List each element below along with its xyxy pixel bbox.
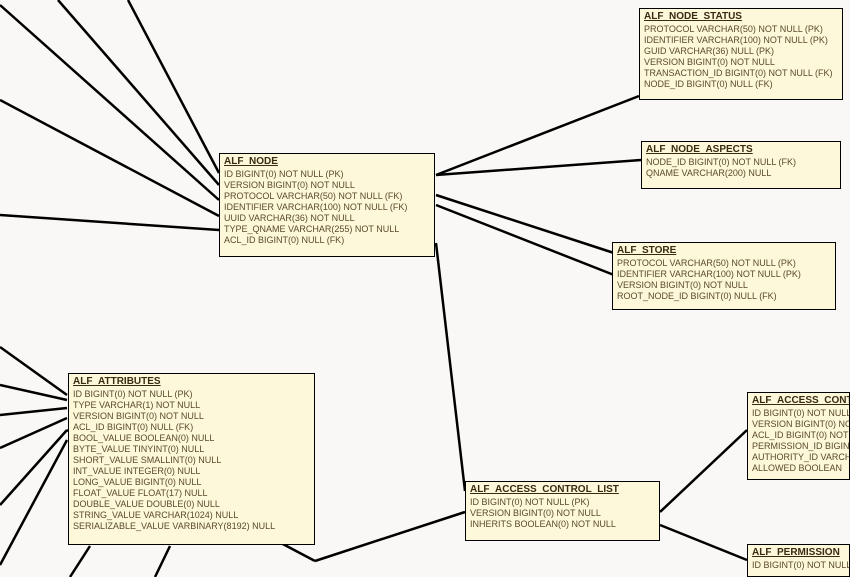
table-title: ALF_PERMISSION <box>752 547 845 558</box>
column-def: ID BIGINT(0) NOT NULL (PK) <box>73 389 310 400</box>
relationship-edge <box>128 0 219 173</box>
relationship-edge <box>436 96 639 175</box>
relationship-edge <box>0 385 67 400</box>
column-def: LONG_VALUE BIGINT(0) NULL <box>73 477 310 488</box>
column-def: IDENTIFIER VARCHAR(100) NOT NULL (FK) <box>224 202 430 213</box>
table-title: ALF_STORE <box>617 245 831 256</box>
column-def: ID BIGINT(0) NOT NULL <box>752 408 845 419</box>
table-alf-attributes[interactable]: ALF_ATTRIBUTES ID BIGINT(0) NOT NULL (PK)… <box>68 373 315 545</box>
column-def: PROTOCOL VARCHAR(50) NOT NULL (PK) <box>617 258 831 269</box>
relationship-edge <box>315 512 465 561</box>
relationship-edge <box>436 160 641 175</box>
table-alf-access-control-entry[interactable]: ALF_ACCESS_CONTROL_ENTRY ID BIGINT(0) NOT… <box>747 392 850 480</box>
column-def: INHERITS BOOLEAN(0) NOT NULL <box>470 519 655 530</box>
table-alf-permission[interactable]: ALF_PERMISSION ID BIGINT(0) NOT NULL <box>747 544 850 577</box>
column-def: AUTHORITY_ID VARCHAR <box>752 452 845 463</box>
relationship-edge <box>0 5 219 200</box>
column-def: FLOAT_VALUE FLOAT(17) NULL <box>73 488 310 499</box>
column-def: TYPE VARCHAR(1) NOT NULL <box>73 400 310 411</box>
table-title: ALF_ATTRIBUTES <box>73 376 310 387</box>
relationship-edge <box>436 205 614 275</box>
column-def: ACL_ID BIGINT(0) NOT NULL <box>752 430 845 441</box>
column-def: VERSION BIGINT(0) NOT NULL <box>752 419 845 430</box>
table-alf-node[interactable]: ALF_NODE ID BIGINT(0) NOT NULL (PK)VERSIO… <box>219 153 435 257</box>
column-def: IDENTIFIER VARCHAR(100) NOT NULL (PK) <box>617 269 831 280</box>
relationship-edge <box>0 100 219 216</box>
column-def: VERSION BIGINT(0) NOT NULL <box>644 57 838 68</box>
column-def: UUID VARCHAR(36) NOT NULL <box>224 213 430 224</box>
column-def: DOUBLE_VALUE DOUBLE(0) NULL <box>73 499 310 510</box>
table-title: ALF_NODE <box>224 156 430 167</box>
column-def: NODE_ID BIGINT(0) NULL (FK) <box>644 79 838 90</box>
table-title: ALF_ACCESS_CONTROL_LIST <box>470 484 655 495</box>
column-def: PROTOCOL VARCHAR(50) NOT NULL (FK) <box>224 191 430 202</box>
column-def: STRING_VALUE VARCHAR(1024) NULL <box>73 510 310 521</box>
column-def: ROOT_NODE_ID BIGINT(0) NULL (FK) <box>617 291 831 302</box>
column-def: SERIALIZABLE_VALUE VARBINARY(8192) NULL <box>73 521 310 532</box>
column-def: ID BIGINT(0) NOT NULL (PK) <box>224 169 430 180</box>
relationship-edge <box>436 243 465 491</box>
table-alf-access-control-list[interactable]: ALF_ACCESS_CONTROL_LIST ID BIGINT(0) NOT … <box>465 481 660 541</box>
table-alf-node-aspects[interactable]: ALF_NODE_ASPECTS NODE_ID BIGINT(0) NOT NU… <box>641 141 841 189</box>
column-def: PROTOCOL VARCHAR(50) NOT NULL (PK) <box>644 24 838 35</box>
column-def: INT_VALUE INTEGER(0) NULL <box>73 466 310 477</box>
relationship-edge <box>0 347 67 395</box>
relationship-edge <box>0 408 67 415</box>
column-def: VERSION BIGINT(0) NOT NULL <box>224 180 430 191</box>
table-alf-store[interactable]: ALF_STORE PROTOCOL VARCHAR(50) NOT NULL (… <box>612 242 836 310</box>
relationship-edge <box>58 0 219 185</box>
column-def: VERSION BIGINT(0) NOT NULL <box>617 280 831 291</box>
column-def: TRANSACTION_ID BIGINT(0) NOT NULL (FK) <box>644 68 838 79</box>
relationship-edge <box>0 440 67 565</box>
table-title: ALF_NODE_STATUS <box>644 11 838 22</box>
column-def: BOOL_VALUE BOOLEAN(0) NULL <box>73 433 310 444</box>
relationship-edge <box>436 195 614 253</box>
er-diagram-canvas: ALF_NODEID BIGINT(0) NOT NULL (PK)VERSIO… <box>0 0 850 577</box>
relationship-edge <box>0 215 219 230</box>
column-def: VERSION BIGINT(0) NOT NULL <box>470 508 655 519</box>
column-def: BYTE_VALUE TINYINT(0) NULL <box>73 444 310 455</box>
column-def: QNAME VARCHAR(200) NULL <box>646 168 836 179</box>
column-def: IDENTIFIER VARCHAR(100) NOT NULL (PK) <box>644 35 838 46</box>
relationship-edge <box>0 418 67 448</box>
column-def: ACL_ID BIGINT(0) NULL (FK) <box>224 235 430 246</box>
column-def: ID BIGINT(0) NOT NULL (PK) <box>470 497 655 508</box>
column-def: ALLOWED BOOLEAN <box>752 463 845 474</box>
relationship-edge <box>155 546 170 577</box>
column-def: TYPE_QNAME VARCHAR(255) NOT NULL <box>224 224 430 235</box>
column-def: ACL_ID BIGINT(0) NULL (FK) <box>73 422 310 433</box>
relationship-edge <box>70 546 90 577</box>
relationship-edge <box>660 430 747 512</box>
column-def: VERSION BIGINT(0) NOT NULL <box>73 411 310 422</box>
relationship-edge <box>0 430 67 505</box>
column-def: NODE_ID BIGINT(0) NOT NULL (FK) <box>646 157 836 168</box>
table-title: ALF_ACCESS_CONTROL_ENTRY <box>752 395 845 406</box>
column-def: PERMISSION_ID BIGINT <box>752 441 845 452</box>
relationship-edge <box>660 525 747 560</box>
table-alf-node-status[interactable]: ALF_NODE_STATUS PROTOCOL VARCHAR(50) NOT … <box>639 8 843 100</box>
column-def: ID BIGINT(0) NOT NULL <box>752 560 845 571</box>
table-title: ALF_NODE_ASPECTS <box>646 144 836 155</box>
column-def: GUID VARCHAR(36) NULL (PK) <box>644 46 838 57</box>
column-def: SHORT_VALUE SMALLINT(0) NULL <box>73 455 310 466</box>
